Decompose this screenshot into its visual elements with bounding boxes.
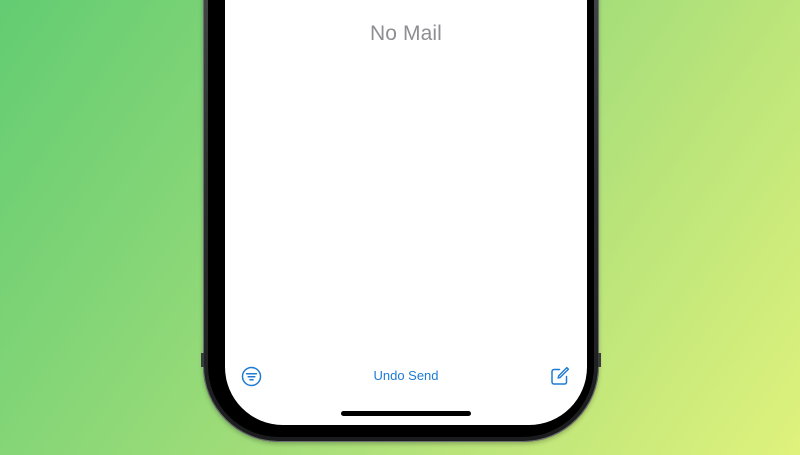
side-button-left [201,353,204,367]
empty-mailbox-message: No Mail [370,22,442,45]
filter-circle-icon [241,366,262,387]
bottom-toolbar: Undo Send [225,362,587,392]
compose-icon [551,366,570,385]
compose-button[interactable] [549,365,571,387]
undo-send-button[interactable]: Undo Send [346,368,466,383]
side-button-right [598,353,601,367]
phone-bezel: No Mail Undo Send [208,0,594,437]
filter-button[interactable] [241,366,262,387]
home-indicator [341,411,471,416]
mail-screen: No Mail Undo Send [225,0,587,425]
phone-frame: No Mail Undo Send [201,0,601,442]
